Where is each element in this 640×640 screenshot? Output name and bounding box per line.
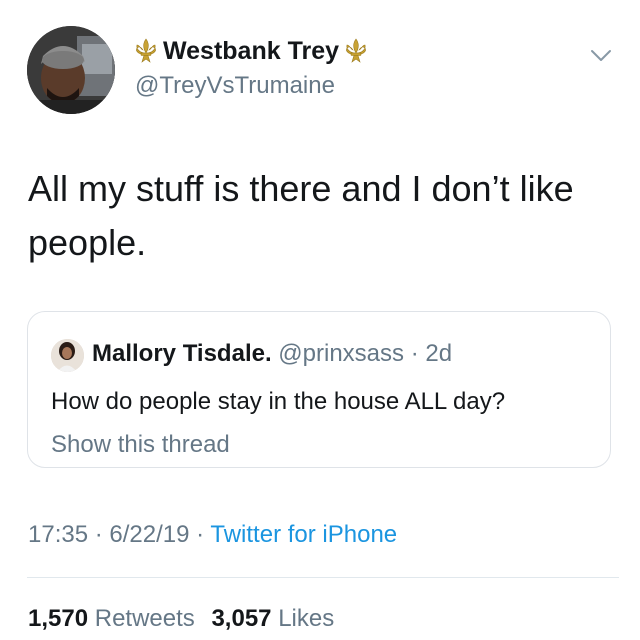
tweet-meta: 17:35 · 6/22/19 · Twitter for iPhone: [28, 521, 397, 549]
retweets-count: 1,570: [28, 605, 89, 632]
tweet-text: All my stuff is there and I don’t like p…: [28, 162, 598, 270]
quoted-handle[interactable]: @prinxsass: [278, 340, 404, 367]
profile-photo: [27, 26, 115, 114]
likes-label: Likes: [278, 605, 335, 632]
quoted-tweet[interactable]: Mallory Tisdale. @prinxsass · 2d How do …: [27, 311, 611, 468]
author-display-name[interactable]: Westbank Trey: [163, 37, 339, 66]
tweet-text-line: people.: [28, 222, 147, 263]
retweets-label: Retweets: [94, 605, 195, 632]
author-handle[interactable]: @TreyVsTrumaine: [135, 72, 335, 100]
quoted-author-avatar[interactable]: [51, 339, 84, 372]
show-thread-link[interactable]: Show this thread: [51, 431, 230, 459]
divider: [27, 577, 619, 578]
tweet-card: Westbank Trey @TreyVsTrumaine All my stu…: [0, 0, 640, 640]
quoted-display-name[interactable]: Mallory Tisdale.: [92, 340, 272, 367]
quoted-timestamp[interactable]: 2d: [425, 340, 452, 367]
profile-photo: [51, 339, 84, 372]
author-avatar[interactable]: [27, 26, 115, 114]
separator-dot: ·: [196, 521, 205, 548]
tweet-source-link[interactable]: Twitter for iPhone: [210, 521, 397, 548]
fleur-de-lis-icon: [136, 38, 156, 63]
quoted-header: Mallory Tisdale. @prinxsass · 2d: [92, 340, 452, 368]
chevron-down-icon[interactable]: [590, 49, 612, 63]
tweet-stats: 1,570 Retweets 3,057 Likes: [28, 605, 344, 633]
quoted-tweet-text: How do people stay in the house ALL day?: [51, 388, 506, 415]
retweets-stat[interactable]: 1,570 Retweets: [28, 605, 201, 632]
tweet-time[interactable]: 17:35: [28, 521, 88, 548]
tweet-date[interactable]: 6/22/19: [109, 521, 189, 548]
author-name-row[interactable]: Westbank Trey: [132, 34, 370, 68]
likes-count: 3,057: [211, 605, 272, 632]
separator-dot: ·: [410, 340, 419, 367]
fleur-de-lis-icon: [346, 38, 366, 63]
tweet-text-line: All my stuff is there and I don’t like: [28, 168, 574, 209]
likes-stat[interactable]: 3,057 Likes: [211, 605, 334, 632]
separator-dot: ·: [94, 521, 103, 548]
